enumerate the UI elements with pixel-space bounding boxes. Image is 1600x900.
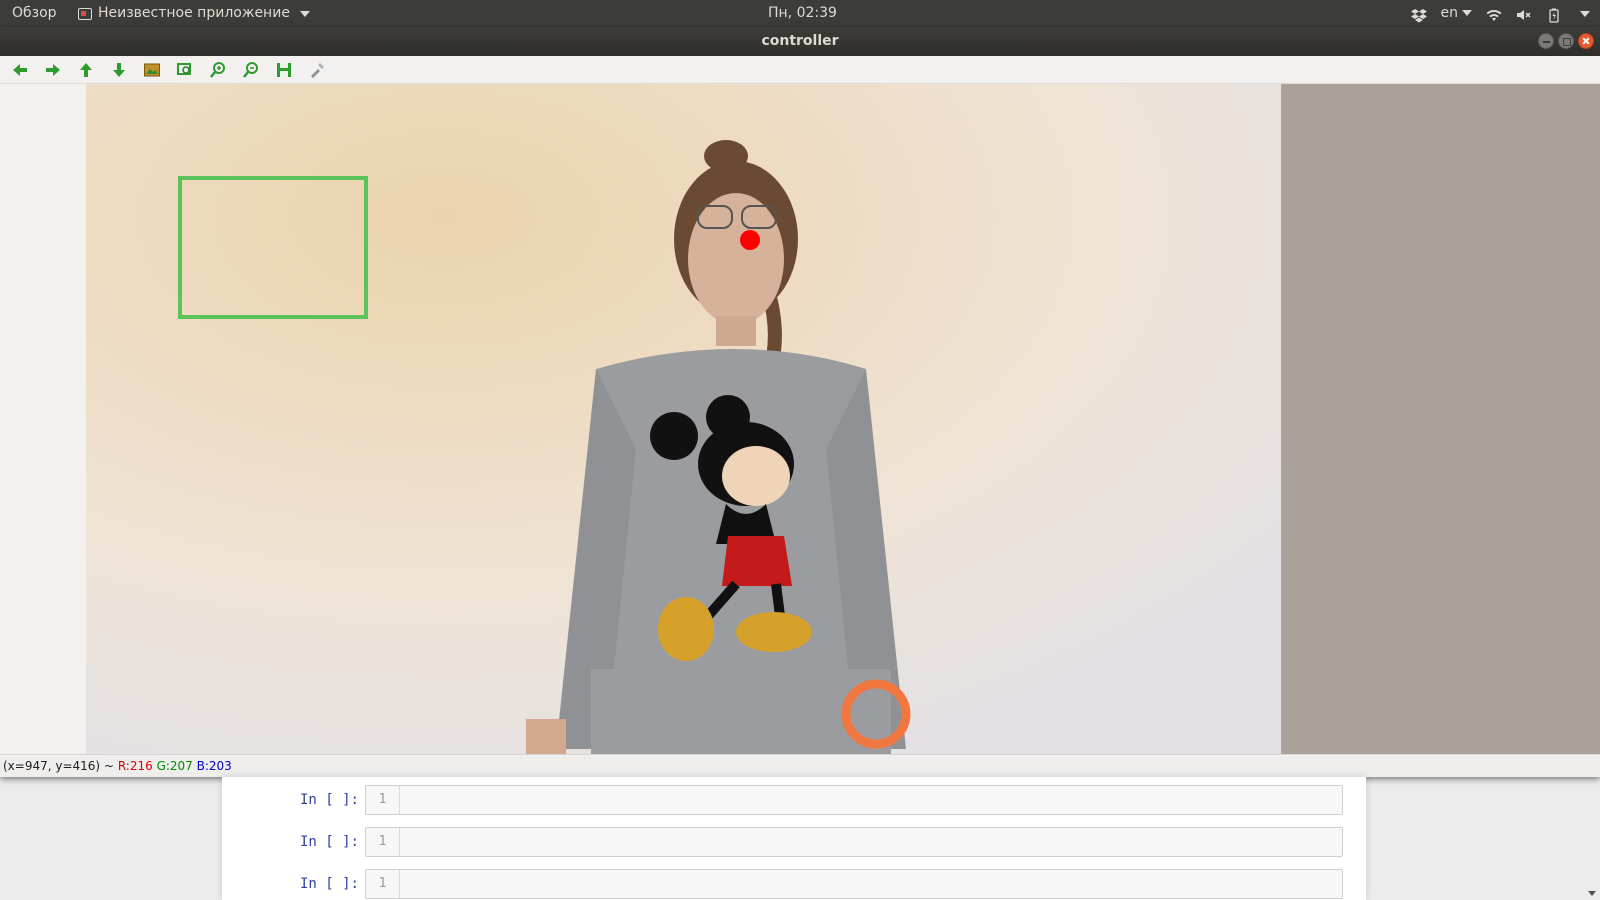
pixel-blue-value: B:203: [196, 759, 232, 773]
system-menu-icon[interactable]: [1580, 10, 1590, 17]
clock[interactable]: Пн, 02:39: [768, 0, 837, 27]
controller-window: controller (x=947, y=416) ~ R:216 G:207 …: [0, 27, 1600, 777]
down-icon[interactable]: [109, 60, 129, 80]
cell-prompt: In [ ]:: [299, 834, 359, 850]
line-number: 1: [366, 870, 400, 898]
wifi-icon[interactable]: [1486, 6, 1502, 22]
chevron-down-icon: [299, 10, 310, 17]
code-cell[interactable]: In [ ]: 1: [222, 827, 1366, 857]
tracking-point-marker: [740, 230, 760, 250]
zoom-out-icon[interactable]: [241, 60, 261, 80]
zoom-in-icon[interactable]: [208, 60, 228, 80]
code-cell[interactable]: In [ ]: 1: [222, 869, 1366, 899]
language-indicator[interactable]: en: [1440, 0, 1472, 27]
window-titlebar[interactable]: controller: [0, 27, 1600, 56]
status-bar: (x=947, y=416) ~ R:216 G:207 B:203: [0, 754, 1600, 777]
code-cell[interactable]: In [ ]: 1: [222, 785, 1366, 815]
code-editor[interactable]: 1: [365, 869, 1343, 899]
dropbox-icon[interactable]: [1410, 6, 1427, 22]
minimize-button[interactable]: [1538, 33, 1554, 49]
line-number: 1: [366, 828, 400, 856]
image-padding: [1281, 84, 1600, 754]
code-editor[interactable]: 1: [365, 785, 1343, 815]
activities-button[interactable]: Обзор: [12, 0, 57, 27]
scroll-down-icon[interactable]: [1588, 891, 1596, 896]
close-button[interactable]: [1578, 33, 1594, 49]
maximize-button[interactable]: [1558, 33, 1574, 49]
jupyter-notebook: In [ ]: 1 In [ ]: 1 In [ ]: 1: [222, 777, 1366, 900]
system-tray: en: [1410, 0, 1590, 27]
battery-icon[interactable]: [1546, 6, 1562, 23]
app-menu-label: Неизвестное приложение: [98, 5, 290, 21]
image-view[interactable]: [0, 84, 1600, 754]
forward-icon[interactable]: [43, 60, 63, 80]
zoom-fit-icon[interactable]: [175, 60, 195, 80]
camera-frame[interactable]: [86, 84, 1281, 754]
up-icon[interactable]: [76, 60, 96, 80]
back-icon[interactable]: [10, 60, 30, 80]
volume-muted-icon[interactable]: [1516, 6, 1532, 22]
cell-prompt: In [ ]:: [299, 876, 359, 892]
code-editor[interactable]: 1: [365, 827, 1343, 857]
image-toolbar: [0, 56, 1600, 84]
top-bar: Обзор Неизвестное приложение Пн, 02:39 e…: [0, 0, 1600, 27]
language-label: en: [1440, 5, 1459, 21]
window-title: controller: [761, 33, 839, 49]
image-icon[interactable]: [142, 60, 162, 80]
app-icon: [78, 7, 92, 20]
line-number: 1: [366, 786, 400, 814]
app-menu[interactable]: Неизвестное приложение: [78, 0, 310, 27]
detection-region-box: [178, 176, 368, 319]
save-icon[interactable]: [274, 60, 294, 80]
chevron-down-icon: [1462, 10, 1472, 16]
cursor-coords: (x=947, y=416) ~: [3, 759, 114, 773]
cell-prompt: In [ ]:: [299, 792, 359, 808]
properties-icon[interactable]: [307, 60, 327, 80]
pixel-red-value: R:216: [117, 759, 153, 773]
pixel-green-value: G:207: [156, 759, 193, 773]
